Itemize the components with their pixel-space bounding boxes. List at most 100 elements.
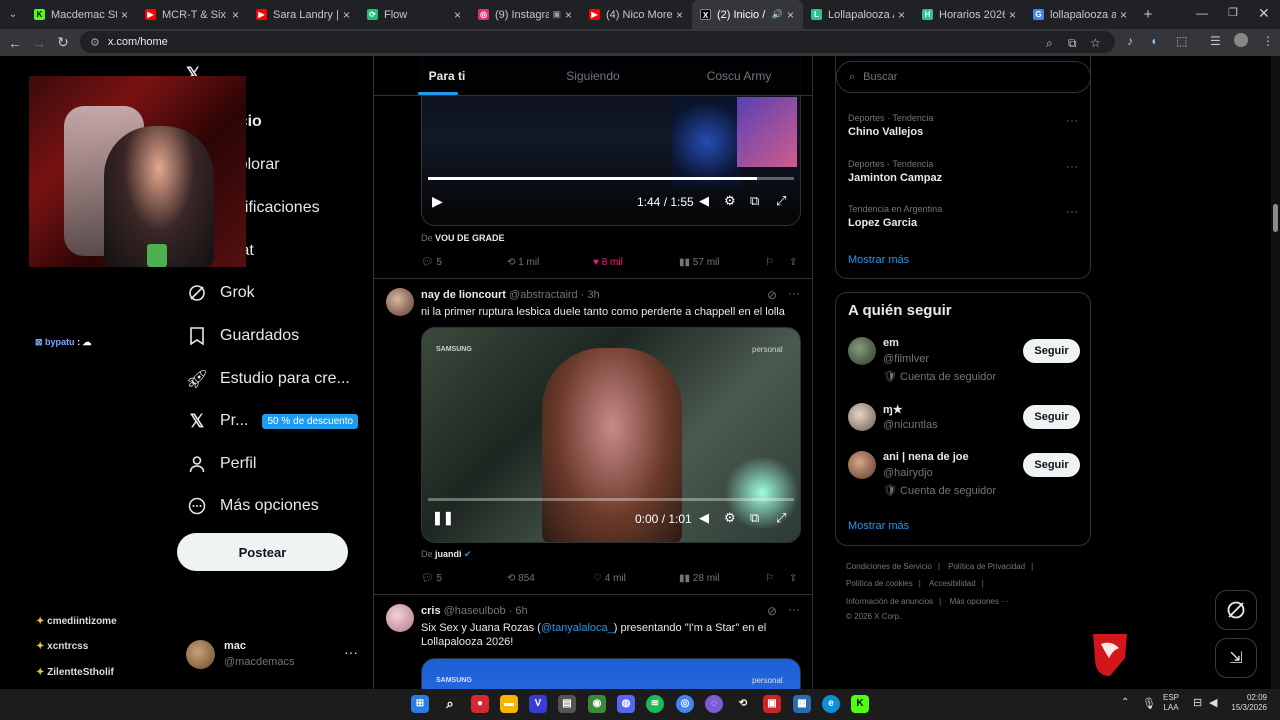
follow-button[interactable]: Seguir	[1023, 339, 1080, 363]
playlist-icon[interactable]: ☰	[1210, 34, 1221, 48]
browser-menu-icon[interactable]: ⋮	[1262, 34, 1274, 48]
fullscreen-icon[interactable]: ⤢	[776, 510, 786, 526]
sidebar-item-grok[interactable]: Grok	[186, 282, 255, 304]
close-icon[interactable]: ×	[565, 8, 575, 22]
trend-item[interactable]: Tendencia en Argentina Lopez Garcia ···	[848, 204, 1078, 229]
tab-4[interactable]: ◎ (9) Instagram▣ ×	[470, 0, 581, 29]
fullscreen-icon[interactable]: ⤢	[776, 193, 786, 209]
install-app-icon[interactable]: ⧉	[1068, 36, 1077, 51]
bookmark-star-icon[interactable]: ☆	[1090, 36, 1101, 50]
close-icon[interactable]: ×	[454, 8, 464, 22]
tab-search-icon[interactable]: ⌄	[0, 9, 26, 20]
grok-icon[interactable]: ⊘	[767, 288, 777, 302]
tab-7[interactable]: L Lollapalooza Arge ×	[803, 0, 914, 29]
network-icon[interactable]: ⊟	[1193, 696, 1202, 709]
account-switcher[interactable]: mac @macdemacs ···	[186, 640, 361, 672]
author-handle[interactable]: @abstractaird	[509, 289, 578, 301]
restore-icon[interactable]: ❐	[1228, 6, 1238, 19]
language-indicator[interactable]: ESP LAA	[1163, 693, 1179, 713]
grok-icon[interactable]: ⊘	[767, 604, 777, 618]
share-button[interactable]: ⇪	[789, 257, 797, 268]
close-icon[interactable]: ×	[898, 8, 908, 22]
footer-link[interactable]: Política de cookies	[846, 579, 913, 588]
tab-9[interactable]: Glollapalooza arge ×	[1025, 0, 1136, 29]
bookmark-button[interactable]: ⚐	[765, 573, 774, 584]
discord-icon[interactable]: ◍	[617, 695, 635, 713]
tab-following[interactable]: Siguiendo	[520, 56, 666, 95]
video-progress-bar[interactable]	[428, 498, 794, 501]
avatar[interactable]	[386, 604, 414, 632]
like-button[interactable]: ♥ 8 mil	[593, 257, 623, 268]
reload-icon[interactable]: ↻	[51, 34, 75, 51]
close-icon[interactable]: ×	[1120, 8, 1130, 22]
sidebar-item-premium[interactable]: 𝕏 Pr... 50 % de descuento	[186, 410, 359, 432]
footer-link[interactable]: Más opciones ···	[949, 597, 1009, 606]
photos-icon[interactable]: ▦	[793, 695, 811, 713]
kick-icon[interactable]: K	[851, 695, 869, 713]
share-button[interactable]: ⇪	[789, 573, 797, 584]
scrollbar-thumb[interactable]	[1273, 204, 1278, 232]
file-explorer-icon[interactable]: ▬	[500, 695, 518, 713]
start-icon[interactable]: ⊞	[411, 695, 429, 713]
tweet-time[interactable]: 3h	[587, 289, 599, 301]
repost-button[interactable]: ⟲ 1 mil	[507, 257, 539, 268]
tab-8[interactable]: H Horarios 2026 ×	[914, 0, 1025, 29]
bookmark-button[interactable]: ⚐	[765, 257, 774, 268]
post-button[interactable]: Postear	[177, 533, 348, 571]
follow-button[interactable]: Seguir	[1023, 405, 1080, 429]
follow-suggestion[interactable]: ani | nena de joe @hairydjo 🛡︎ Cuenta de…	[848, 451, 1080, 499]
tab-1[interactable]: ▶ MCR-T & Six ×	[137, 0, 248, 29]
video-source-link[interactable]: VOU DE GRADE	[435, 233, 505, 243]
reply-button[interactable]: 💬︎ 5	[421, 573, 442, 584]
follow-button[interactable]: Seguir	[1023, 453, 1080, 477]
repost-button[interactable]: ⟲ 854	[507, 573, 535, 584]
messages-floating-button[interactable]: ⇲	[1215, 638, 1257, 678]
more-icon[interactable]: ···	[788, 602, 800, 616]
footer-link[interactable]: Accesibilidad	[929, 579, 976, 588]
play-icon[interactable]: ▶	[432, 193, 443, 210]
like-button[interactable]: ♡ 4 mil	[593, 573, 626, 584]
tab-for-you[interactable]: Para ti	[374, 56, 520, 95]
views-button[interactable]: ▮▮ 28 mil	[679, 573, 719, 584]
close-icon[interactable]: ×	[121, 8, 131, 22]
close-icon[interactable]: ×	[787, 8, 797, 22]
tab-0[interactable]: K Macdemac Stream ×	[26, 0, 137, 29]
audio-playing-icon[interactable]: 🔊	[772, 9, 783, 20]
back-icon[interactable]: ←	[3, 35, 27, 51]
scrollbar[interactable]	[1271, 56, 1280, 689]
close-icon[interactable]: ×	[232, 8, 242, 22]
mention-link[interactable]: @tanyalaloca_	[541, 622, 614, 634]
profile-avatar[interactable]	[1234, 33, 1248, 47]
video-source-link[interactable]: juandi	[435, 549, 462, 559]
follow-suggestion[interactable]: em @filmlver 🛡︎ Cuenta de seguidor Segui…	[848, 337, 1080, 385]
footer-link[interactable]: Información de anuncios	[846, 597, 933, 606]
sidebar-item-profile[interactable]: Perfil	[186, 453, 256, 475]
tab-5[interactable]: ▶ (4) Nico Moreno ×	[581, 0, 692, 29]
tweet-video[interactable]: SAMSUNG personal ❚❚ 0:00 / 1:01 ◀︎ ⚙ ⧉ ⤢	[421, 327, 801, 543]
more-icon[interactable]: ···	[1066, 159, 1078, 173]
app-icon[interactable]: ▣	[763, 695, 781, 713]
more-icon[interactable]: ···	[1066, 204, 1078, 218]
tab-6[interactable]: X (2) Inicio / X🔊 ×	[692, 0, 803, 29]
vegas-icon[interactable]: V	[529, 695, 547, 713]
more-icon[interactable]: ···	[344, 644, 358, 660]
volume-icon[interactable]: ◖	[1150, 34, 1157, 48]
volume-icon[interactable]: ◀︎	[699, 510, 709, 526]
app-icon[interactable]: ◌	[705, 695, 723, 713]
close-icon[interactable]: ×	[343, 8, 353, 22]
more-icon[interactable]: ···	[788, 286, 800, 300]
zoom-icon[interactable]: ⌕	[1046, 36, 1053, 51]
grok-floating-button[interactable]	[1215, 590, 1257, 630]
close-icon[interactable]: ×	[1009, 8, 1019, 22]
tweet-video[interactable]: SAMSUNG personal	[421, 658, 801, 689]
settings-icon[interactable]: ⚙	[724, 510, 736, 526]
edge-icon[interactable]: e	[822, 695, 840, 713]
tab-coscu-army[interactable]: Coscu Army	[666, 56, 812, 95]
pip-icon[interactable]: ⧉	[750, 193, 759, 209]
close-window-icon[interactable]: ✕	[1258, 5, 1270, 22]
footer-link[interactable]: Condiciones de Servicio	[846, 562, 932, 571]
volume-icon[interactable]: ◀︎	[1209, 696, 1217, 709]
tweet-time[interactable]: 6h	[515, 605, 527, 617]
more-icon[interactable]: ···	[1066, 113, 1078, 127]
site-info-icon[interactable]: ⚙	[90, 36, 100, 49]
